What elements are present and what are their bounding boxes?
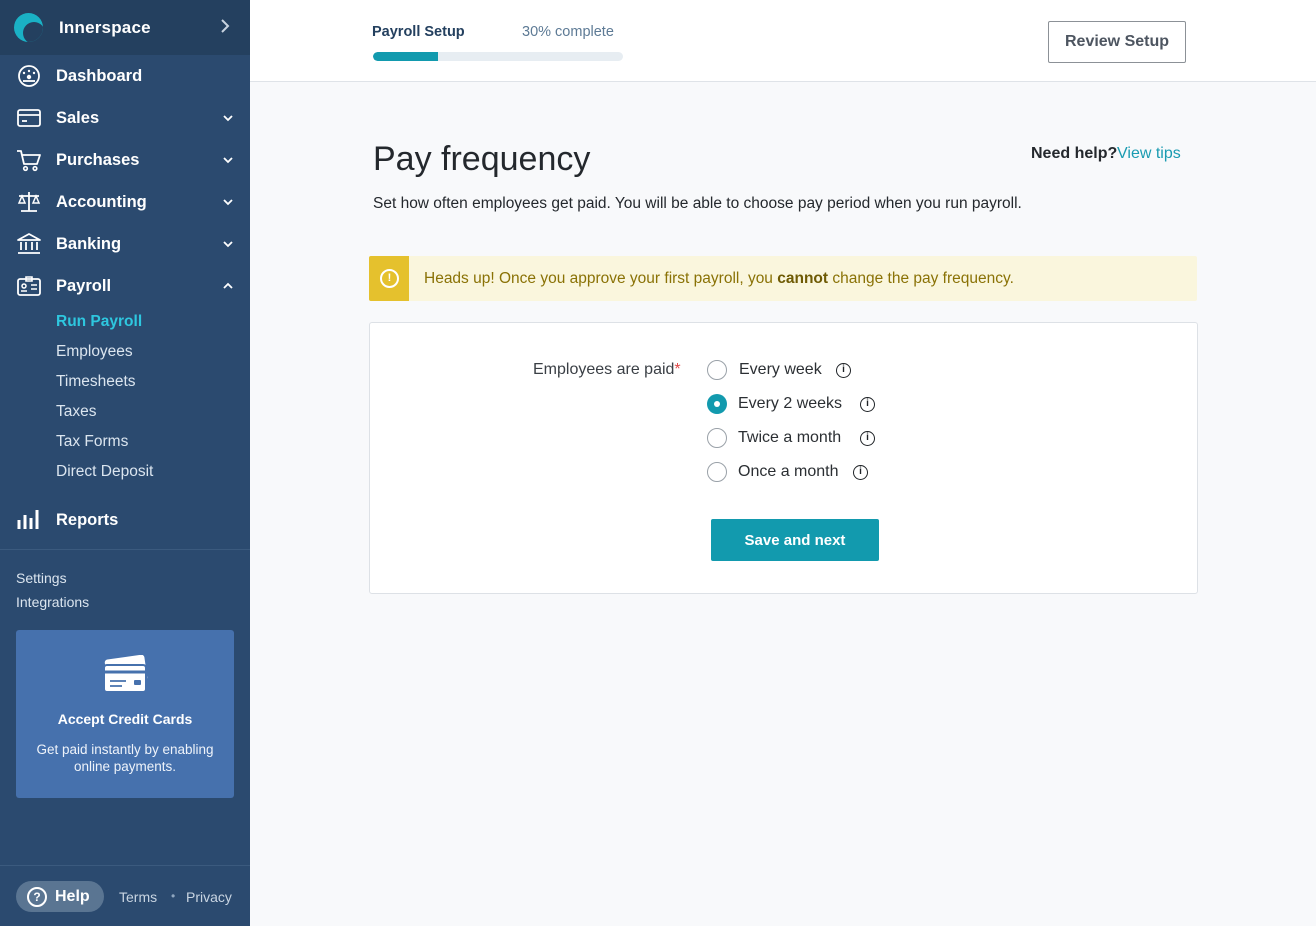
alert-text-bold: cannot (777, 270, 829, 287)
workspace-switcher[interactable]: Innerspace (0, 0, 250, 55)
info-icon[interactable]: i (860, 397, 875, 412)
sidebar: Innerspace Dashboard Sales Purchases Acc… (0, 0, 250, 926)
dashboard-icon (18, 65, 40, 87)
sidebar-subitem-direct-deposit[interactable]: Direct Deposit (56, 463, 153, 481)
sidebar-subitem-run-payroll[interactable]: Run Payroll (56, 313, 142, 331)
warning-alert: ! Heads up! Once you approve your first … (369, 256, 1197, 301)
chevron-down-icon (223, 241, 233, 248)
alert-text-before: Heads up! Once you approve your first pa… (424, 270, 778, 287)
radio-label: Once a month (738, 463, 839, 480)
sidebar-item-label: Payroll (56, 276, 112, 295)
sidebar-footer-divider (0, 865, 250, 866)
sidebar-item-label: Purchases (56, 150, 140, 169)
chevron-down-icon (223, 115, 233, 122)
sidebar-item-dashboard[interactable]: Dashboard (0, 55, 250, 97)
top-bar: Payroll Setup 30% complete Review Setup (250, 0, 1316, 82)
info-icon[interactable]: i (853, 465, 868, 480)
innerspace-logo-icon (14, 13, 43, 42)
help-button[interactable]: ? Help (16, 881, 104, 912)
info-icon[interactable]: i (836, 363, 851, 378)
sidebar-subitem-timesheets[interactable]: Timesheets (56, 373, 136, 391)
credit-cards-icon (103, 655, 148, 693)
required-asterisk: * (674, 361, 681, 378)
alert-icon-box: ! (369, 256, 409, 301)
scale-icon (17, 192, 41, 212)
id-card-icon (17, 276, 41, 296)
chevron-up-icon (223, 282, 233, 289)
radio-button-selected[interactable] (707, 394, 727, 414)
settings-link[interactable]: Settings (16, 570, 67, 586)
chevron-down-icon (223, 199, 233, 206)
cart-icon (17, 150, 41, 172)
sidebar-divider (0, 549, 250, 550)
radio-button[interactable] (707, 360, 727, 380)
info-icon[interactable]: i (860, 431, 875, 446)
review-setup-button[interactable]: Review Setup (1048, 21, 1186, 63)
help-label: Help (55, 888, 90, 905)
sidebar-item-label: Dashboard (56, 66, 143, 85)
page-description: Set how often employees get paid. You wi… (373, 195, 1022, 212)
page-title: Pay frequency (373, 140, 591, 178)
sidebar-item-label: Accounting (56, 192, 147, 211)
chevron-right-icon (221, 19, 230, 33)
sidebar-item-sales[interactable]: Sales (0, 97, 250, 139)
bank-icon (17, 233, 41, 254)
radio-button[interactable] (707, 428, 727, 448)
sidebar-item-label: Reports (56, 510, 119, 529)
help-question-icon: ? (27, 887, 47, 907)
sidebar-item-label: Banking (56, 234, 122, 253)
sidebar-item-payroll[interactable]: Payroll (0, 265, 250, 307)
sidebar-item-banking[interactable]: Banking (0, 223, 250, 265)
alert-text: Heads up! Once you approve your first pa… (424, 270, 1014, 288)
employees-paid-label: Employees are paid* (533, 361, 681, 379)
privacy-link[interactable]: Privacy (186, 889, 232, 905)
need-help-text: Need help? (1031, 145, 1118, 162)
radio-label: Every 2 weeks (738, 395, 843, 412)
terms-link[interactable]: Terms (119, 889, 157, 905)
radio-label: Twice a month (738, 429, 842, 446)
sidebar-item-label: Sales (56, 108, 100, 127)
progress-percent: 30% complete (522, 24, 614, 40)
setup-progress-bar (373, 52, 623, 61)
warning-icon: ! (380, 269, 399, 288)
accept-credit-cards-promo[interactable]: Accept Credit Cards Get paid instantly b… (16, 630, 234, 798)
footer-separator-dot: • (171, 889, 176, 903)
view-tips-link[interactable]: View tips (1117, 145, 1181, 163)
sidebar-subitem-tax-forms[interactable]: Tax Forms (56, 433, 128, 451)
bar-chart-icon (17, 510, 39, 529)
field-label-text: Employees are paid (533, 361, 675, 378)
workspace-name: Innerspace (59, 17, 151, 37)
progress-title: Payroll Setup (372, 24, 465, 40)
save-and-next-button[interactable]: Save and next (711, 519, 879, 561)
sidebar-subitem-employees[interactable]: Employees (56, 343, 133, 361)
promo-title: Accept Credit Cards (57, 711, 193, 727)
setup-progress-fill (373, 52, 438, 61)
sidebar-item-purchases[interactable]: Purchases (0, 139, 250, 181)
card-icon (17, 109, 41, 127)
radio-button[interactable] (707, 462, 727, 482)
chevron-down-icon (223, 157, 233, 164)
sidebar-item-accounting[interactable]: Accounting (0, 181, 250, 223)
radio-label: Every week (739, 361, 822, 378)
sidebar-item-reports[interactable]: Reports (0, 499, 250, 541)
integrations-link[interactable]: Integrations (16, 594, 89, 610)
sidebar-subitem-taxes[interactable]: Taxes (56, 403, 97, 421)
alert-text-after: change the pay frequency. (828, 270, 1014, 287)
promo-text: Get paid instantly by enabling online pa… (36, 742, 214, 774)
